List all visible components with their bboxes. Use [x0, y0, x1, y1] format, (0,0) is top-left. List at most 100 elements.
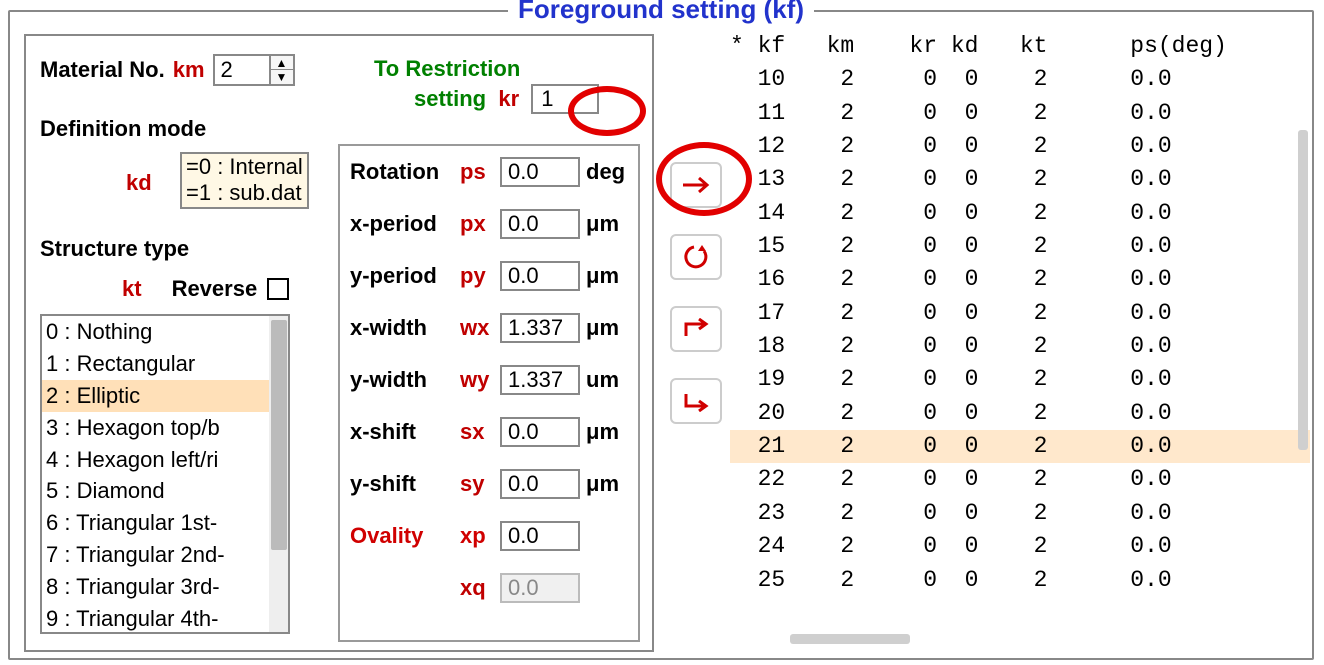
param-input-xq — [500, 573, 580, 603]
param-name: x-period — [350, 211, 460, 237]
table-header: * kf km kr kd kt ps(deg) — [730, 30, 1310, 63]
param-row-rotation: Rotationps deg — [340, 146, 638, 198]
param-input-rotation[interactable] — [500, 157, 580, 187]
table-row[interactable]: 12 2 0 0 2 0.0 — [730, 130, 1310, 163]
param-row-ywidth: y-widthwy um — [340, 354, 638, 406]
param-unit: μm — [586, 211, 619, 237]
down-forward-button[interactable] — [670, 378, 722, 424]
table-row[interactable]: 20 2 0 0 2 0.0 — [730, 397, 1310, 430]
table-vscrollbar[interactable] — [1296, 66, 1310, 610]
table-row[interactable]: 21 2 0 0 2 0.0 — [730, 430, 1310, 463]
param-sym: sx — [460, 419, 500, 445]
param-name: y-shift — [350, 471, 460, 497]
arrow-right-icon — [681, 175, 711, 195]
param-sym: xq — [460, 575, 500, 601]
table-row[interactable]: 18 2 0 0 2 0.0 — [730, 330, 1310, 363]
km-symbol: km — [173, 57, 205, 83]
param-name: x-width — [350, 315, 460, 341]
param-sym: wy — [460, 367, 500, 393]
structure-type-option[interactable]: 6 : Triangular 1st- — [42, 507, 288, 539]
kt-symbol: kt — [122, 276, 142, 302]
param-name: Ovality — [350, 523, 460, 549]
param-sym: py — [460, 263, 500, 289]
material-no-spinner[interactable]: ▲ ▼ — [213, 54, 295, 86]
table-row[interactable]: 25 2 0 0 2 0.0 — [730, 564, 1310, 597]
param-unit: μm — [586, 263, 619, 289]
table-row[interactable]: 24 2 0 0 2 0.0 — [730, 530, 1310, 563]
param-input-ywidth[interactable] — [500, 365, 580, 395]
param-row-xwidth: x-widthwx μm — [340, 302, 638, 354]
param-unit: μm — [586, 315, 619, 341]
listbox-scrollbar[interactable] — [269, 316, 289, 632]
material-no-label: Material No. — [40, 57, 165, 83]
param-sym: sy — [460, 471, 500, 497]
structure-type-option[interactable]: 9 : Triangular 4th- — [42, 603, 288, 634]
param-input-yperiod[interactable] — [500, 261, 580, 291]
table-hscrollbar[interactable] — [790, 634, 910, 644]
param-name: x-shift — [350, 419, 460, 445]
reverse-label: Reverse — [172, 276, 258, 302]
kd-option-1: =1 : sub.dat — [186, 180, 303, 206]
structure-type-label: Structure type — [40, 236, 189, 262]
definition-mode-label: Definition mode — [40, 116, 206, 142]
kd-option-0: =0 : Internal — [186, 154, 303, 180]
material-no-down[interactable]: ▼ — [271, 70, 293, 84]
left-pane: Material No. km ▲ ▼ Definition mode kd =… — [24, 34, 654, 652]
kr-symbol: kr — [498, 86, 519, 111]
param-row-xq: xq — [340, 562, 638, 614]
parameter-box: Rotationpsdegx-periodpxμmy-periodpyμmx-w… — [338, 144, 640, 642]
param-row-yshift: y-shiftsyμm — [340, 458, 638, 510]
structure-type-option[interactable]: 8 : Triangular 3rd- — [42, 571, 288, 603]
structure-type-option[interactable]: 5 : Diamond — [42, 475, 288, 507]
table-row[interactable]: 19 2 0 0 2 0.0 — [730, 363, 1310, 396]
param-sym: ps — [460, 159, 500, 185]
param-row-xperiod: x-periodpx μm — [340, 198, 638, 250]
forward-button[interactable] — [670, 306, 722, 352]
structure-type-listbox[interactable]: 0 : Nothing1 : Rectangular2 : Elliptic3 … — [40, 314, 290, 634]
structure-type-option[interactable]: 0 : Nothing — [42, 316, 288, 348]
param-name: y-width — [350, 367, 460, 393]
kd-symbol: kd — [126, 170, 152, 196]
restriction-line1: To Restriction — [374, 54, 599, 84]
table-row[interactable]: 16 2 0 0 2 0.0 — [730, 263, 1310, 296]
restriction-line2: setting — [414, 86, 486, 111]
kf-table[interactable]: * kf km kr kd kt ps(deg) 10 2 0 0 2 0.0 … — [730, 30, 1310, 650]
table-row[interactable]: 15 2 0 0 2 0.0 — [730, 230, 1310, 263]
structure-type-option[interactable]: 7 : Triangular 2nd- — [42, 539, 288, 571]
param-input-ovality[interactable] — [500, 521, 580, 551]
restriction-block: To Restriction setting kr — [374, 54, 599, 114]
structure-type-option[interactable]: 2 : Elliptic — [42, 380, 288, 412]
material-no-input[interactable] — [215, 56, 269, 84]
param-input-xwidth[interactable] — [500, 313, 580, 343]
param-sym: px — [460, 211, 500, 237]
param-unit: deg — [586, 159, 625, 185]
table-row[interactable]: 17 2 0 0 2 0.0 — [730, 297, 1310, 330]
structure-type-option[interactable]: 1 : Rectangular — [42, 348, 288, 380]
kd-options-box: =0 : Internal =1 : sub.dat — [180, 152, 309, 209]
table-row[interactable]: 13 2 0 0 2 0.0 — [730, 163, 1310, 196]
param-name: Rotation — [350, 159, 460, 185]
param-input-xperiod[interactable] — [500, 209, 580, 239]
material-no-up[interactable]: ▲ — [271, 56, 293, 70]
param-unit: μm — [586, 419, 619, 445]
param-name: y-period — [350, 263, 460, 289]
param-row-yperiod: y-periodpy μm — [340, 250, 638, 302]
reverse-checkbox[interactable] — [267, 278, 289, 300]
apply-button[interactable] — [670, 162, 722, 208]
structure-type-option[interactable]: 4 : Hexagon left/ri — [42, 444, 288, 476]
refresh-button[interactable] — [670, 234, 722, 280]
table-row[interactable]: 14 2 0 0 2 0.0 — [730, 197, 1310, 230]
table-row[interactable]: 10 2 0 0 2 0.0 — [730, 63, 1310, 96]
table-row[interactable]: 23 2 0 0 2 0.0 — [730, 497, 1310, 530]
kr-input[interactable] — [531, 84, 599, 114]
arrow-up-right-icon — [682, 318, 710, 340]
param-unit: um — [586, 367, 619, 393]
table-row[interactable]: 22 2 0 0 2 0.0 — [730, 463, 1310, 496]
structure-type-option[interactable]: 3 : Hexagon top/b — [42, 412, 288, 444]
param-input-xshift[interactable] — [500, 417, 580, 447]
param-input-yshift[interactable] — [500, 469, 580, 499]
table-row[interactable]: 11 2 0 0 2 0.0 — [730, 97, 1310, 130]
param-row-xshift: x-shiftsx μm — [340, 406, 638, 458]
param-row-ovality: Ovalityxp — [340, 510, 638, 562]
param-sym: wx — [460, 315, 500, 341]
